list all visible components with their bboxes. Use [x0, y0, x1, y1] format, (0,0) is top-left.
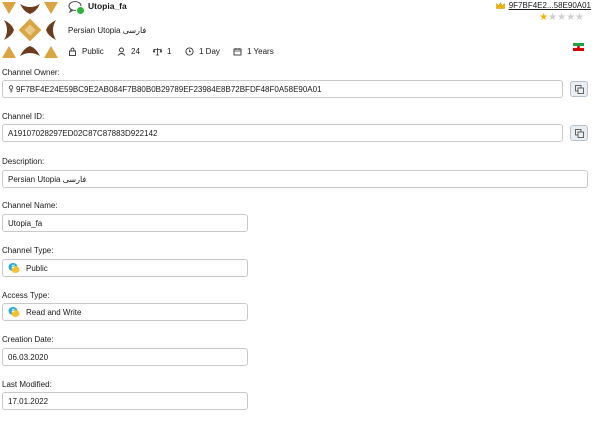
channel-name-value: Utopia_fa — [8, 218, 43, 228]
stat-period-value: 1 Day — [199, 47, 220, 56]
stat-age-value: 1 Years — [247, 47, 274, 56]
owner-field[interactable]: 9F7BF4E24E59BC9E2AB084F7B80B0B29789EF239… — [2, 80, 563, 98]
stat-members: 24 — [117, 47, 140, 56]
user-icon — [117, 47, 126, 56]
clock-icon — [185, 47, 194, 56]
access-type-value: Read and Write — [26, 307, 82, 317]
stat-moderators: 1 — [153, 47, 171, 56]
star-empty-icon[interactable]: ★ — [557, 13, 566, 23]
channel-description-summary: Persian Utopia فارسی — [68, 26, 147, 35]
stat-age: 1 Years — [233, 47, 274, 56]
online-status-dot — [76, 6, 85, 15]
stat-members-value: 24 — [131, 47, 140, 56]
iran-flag-icon — [573, 43, 584, 52]
stat-visibility: Public — [68, 47, 104, 56]
stat-visibility-value: Public — [82, 47, 104, 56]
crown-icon — [495, 2, 505, 9]
channel-type-value: Public — [26, 263, 48, 273]
calendar-icon — [233, 48, 242, 56]
channel-id-field[interactable]: A19107028297ED02C87C87883D922142 — [2, 124, 563, 142]
svg-text:#: # — [11, 265, 15, 271]
svg-text:#: # — [11, 309, 15, 315]
channel-title: Utopia_fa — [88, 1, 127, 11]
copy-owner-button[interactable] — [570, 81, 588, 97]
scales-icon — [153, 48, 162, 56]
access-type-label: Access Type: — [2, 291, 50, 300]
description-value: Persian Utopia فارسی — [8, 174, 87, 184]
owner-label: Channel Owner: — [2, 68, 60, 77]
stat-moderators-value: 1 — [167, 47, 172, 56]
last-modified-field[interactable]: 17.01.2022 — [2, 392, 248, 410]
copy-icon — [574, 84, 584, 94]
channel-id-value: A19107028297ED02C87C87883D922142 — [8, 128, 158, 138]
star-empty-icon[interactable]: ★ — [548, 13, 557, 23]
channel-avatar[interactable] — [2, 2, 58, 58]
channel-name-field[interactable]: Utopia_fa — [2, 214, 248, 232]
last-modified-label: Last Modified: — [2, 380, 52, 389]
copy-channel-id-button[interactable] — [570, 125, 588, 141]
star-filled-icon[interactable]: ★ — [539, 13, 548, 23]
channel-type-field[interactable]: # Public — [2, 259, 248, 277]
creation-date-label: Creation Date: — [2, 335, 54, 344]
read-write-icon: # — [8, 307, 20, 317]
description-label: Description: — [2, 157, 45, 166]
owner-link-group: 9F7BF4E2...58E90A01 — [495, 1, 591, 10]
creation-date-field[interactable]: 06.03.2020 — [2, 348, 248, 366]
channel-type-label: Channel Type: — [2, 246, 54, 255]
owner-short-link[interactable]: 9F7BF4E2...58E90A01 — [509, 1, 591, 10]
copy-icon — [574, 128, 584, 138]
public-channel-icon: # — [8, 263, 20, 273]
star-empty-icon[interactable]: ★ — [566, 13, 575, 23]
access-type-field[interactable]: # Read and Write — [2, 303, 248, 321]
rating-stars[interactable]: ★ ★ ★ ★ ★ — [539, 13, 584, 23]
owner-value: 9F7BF4E24E59BC9E2AB084F7B80B0B29789EF239… — [16, 84, 322, 94]
channel-name-label: Channel Name: — [2, 201, 58, 210]
star-empty-icon[interactable]: ★ — [575, 13, 584, 23]
last-modified-value: 17.01.2022 — [8, 396, 49, 406]
creation-date-value: 06.03.2020 — [8, 352, 49, 362]
key-icon — [8, 85, 14, 93]
channel-id-label: Channel ID: — [2, 112, 45, 121]
stat-period: 1 Day — [185, 47, 220, 56]
lock-icon — [69, 47, 76, 56]
description-field[interactable]: Persian Utopia فارسی — [2, 170, 588, 188]
